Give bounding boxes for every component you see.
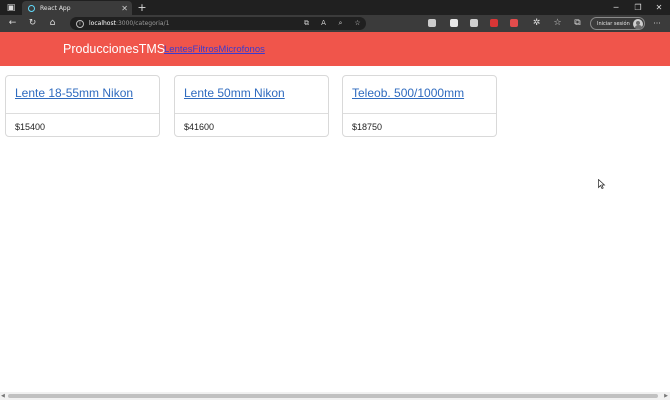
extension-icon[interactable] bbox=[450, 19, 458, 27]
extension-icon[interactable] bbox=[428, 19, 436, 27]
product-title-link[interactable]: Teleob. 500/1000mm bbox=[352, 86, 464, 100]
scroll-right-icon[interactable]: ▶ bbox=[664, 393, 668, 399]
react-favicon-icon bbox=[28, 4, 35, 12]
favorite-add-icon[interactable]: ☆ bbox=[353, 18, 362, 28]
nav-link-lentes[interactable]: Lentes bbox=[164, 44, 193, 55]
product-card: Lente 18-55mm Nikon $15400 bbox=[5, 75, 160, 137]
app-header: ProduccionesTMS Lentes Filtros Microfono… bbox=[0, 32, 670, 66]
product-price: $18750 bbox=[352, 122, 383, 132]
maximize-icon[interactable]: ❐ bbox=[627, 0, 649, 15]
mouse-cursor-icon bbox=[598, 179, 606, 189]
more-menu-icon[interactable]: ··· bbox=[650, 17, 664, 30]
card-divider bbox=[175, 113, 328, 114]
scrollbar-thumb[interactable] bbox=[8, 394, 658, 398]
product-title-link[interactable]: Lente 50mm Nikon bbox=[184, 86, 285, 100]
read-aloud-icon[interactable]: A bbox=[319, 18, 328, 28]
address-host: localhost bbox=[89, 20, 116, 27]
minimize-icon[interactable]: ─ bbox=[605, 0, 627, 15]
extension-icon[interactable] bbox=[490, 19, 498, 27]
product-card: Lente 50mm Nikon $41600 bbox=[174, 75, 329, 137]
product-price: $15400 bbox=[15, 122, 46, 132]
brand-title[interactable]: ProduccionesTMS bbox=[63, 42, 165, 56]
close-tab-icon[interactable]: ✕ bbox=[121, 4, 128, 13]
refresh-icon[interactable]: ↻ bbox=[26, 17, 39, 30]
tab-title: React App bbox=[40, 4, 71, 12]
tab-actions-icon[interactable]: ▣ bbox=[0, 0, 22, 15]
address-path: :3000/categoria/1 bbox=[115, 20, 170, 27]
new-tab-button[interactable]: + bbox=[136, 0, 148, 15]
card-divider bbox=[343, 113, 496, 114]
horizontal-scrollbar[interactable]: ◀ ▶ bbox=[0, 392, 670, 400]
card-divider bbox=[6, 113, 159, 114]
scroll-left-icon[interactable]: ◀ bbox=[1, 393, 5, 399]
nav-link-microfonos[interactable]: Microfonos bbox=[218, 44, 264, 55]
collections-icon[interactable]: ⧉ bbox=[571, 17, 584, 30]
product-price: $41600 bbox=[184, 122, 215, 132]
site-info-icon[interactable]: i bbox=[76, 19, 84, 28]
avatar-icon bbox=[633, 18, 643, 29]
zoom-icon[interactable]: ⌕ bbox=[336, 18, 345, 28]
browser-tab[interactable]: React App ✕ bbox=[22, 1, 132, 15]
tab-strip: ▣ React App ✕ + ─ ❐ ✕ bbox=[0, 0, 670, 15]
signin-label: Iniciar sesión bbox=[597, 20, 630, 27]
browser-toolbar: ← ↻ ⌂ i localhost :3000/categoria/1 ⧉ A … bbox=[0, 15, 670, 32]
extensions-puzzle-icon[interactable]: ✲ bbox=[530, 17, 543, 30]
signin-button[interactable]: Iniciar sesión bbox=[590, 17, 645, 30]
nav-link-filtros[interactable]: Filtros bbox=[193, 44, 219, 55]
address-bar[interactable]: i localhost :3000/categoria/1 ⧉ A ⌕ ☆ bbox=[70, 17, 366, 30]
category-nav: Lentes Filtros Microfonos bbox=[164, 44, 265, 55]
back-icon[interactable]: ← bbox=[6, 17, 19, 30]
home-icon[interactable]: ⌂ bbox=[46, 17, 59, 30]
extension-icon[interactable] bbox=[470, 19, 478, 27]
favorites-icon[interactable]: ☆ bbox=[551, 17, 564, 30]
close-window-icon[interactable]: ✕ bbox=[648, 0, 670, 15]
app-available-icon[interactable]: ⧉ bbox=[302, 18, 311, 28]
extension-icon[interactable] bbox=[510, 19, 518, 27]
product-card: Teleob. 500/1000mm $18750 bbox=[342, 75, 497, 137]
product-title-link[interactable]: Lente 18-55mm Nikon bbox=[15, 86, 133, 100]
